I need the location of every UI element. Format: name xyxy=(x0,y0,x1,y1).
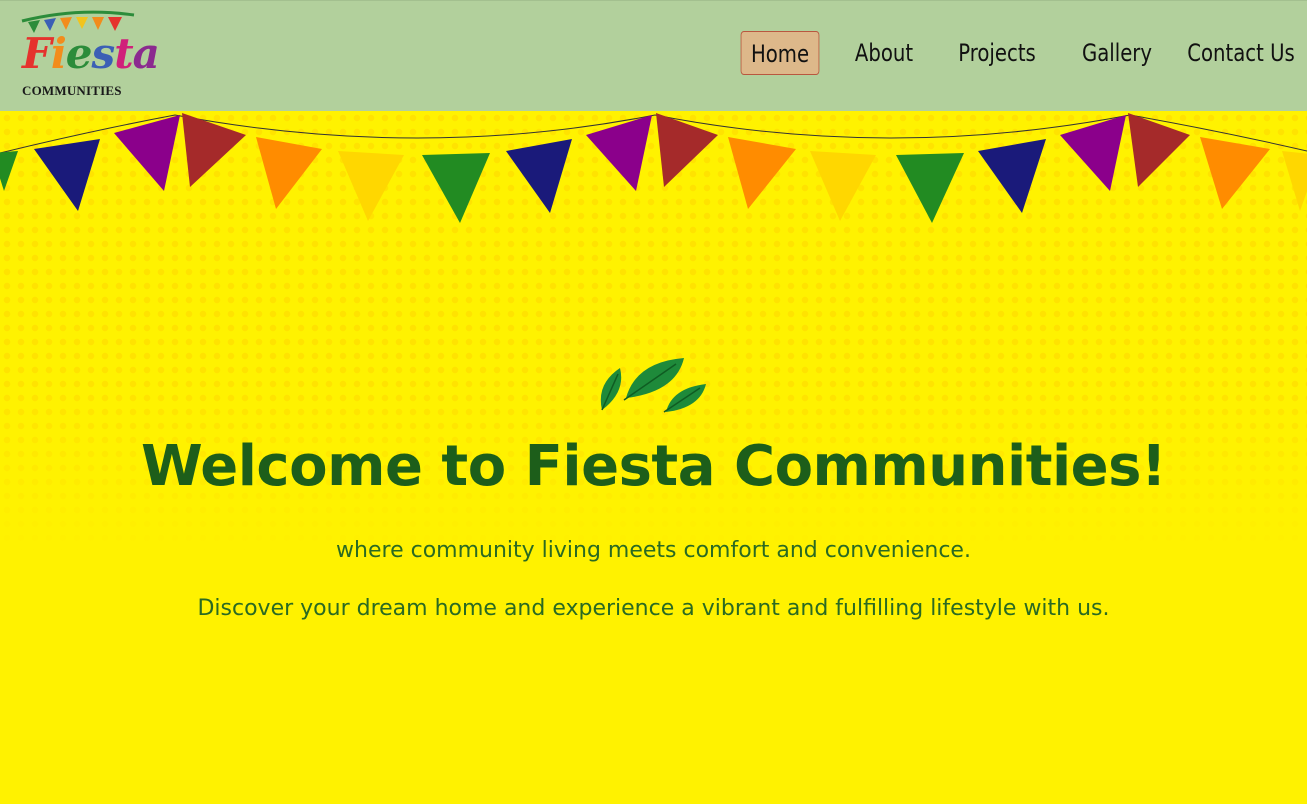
logo-letter: t xyxy=(114,29,133,78)
nav-contact-us[interactable]: Contact Us xyxy=(1187,31,1295,75)
logo-letter: s xyxy=(91,29,116,78)
hero-subtitle: where community living meets comfort and… xyxy=(336,538,971,563)
hero-tagline: Discover your dream home and experience … xyxy=(197,596,1110,621)
logo-letter: F xyxy=(22,29,52,78)
nav-projects[interactable]: Projects xyxy=(946,31,1048,75)
logo-letter: i xyxy=(50,29,67,78)
logo-letter: e xyxy=(65,29,93,78)
logo-subtitle: COMMUNITIES xyxy=(22,83,122,98)
hero-section: Welcome to Fiesta Communities! where com… xyxy=(0,111,1307,804)
logo-letter: a xyxy=(132,29,160,78)
nav-home[interactable]: Home xyxy=(740,31,820,75)
nav-about[interactable]: About xyxy=(842,31,926,75)
logo-wordmark: Fiesta xyxy=(22,33,160,75)
leaves-icon xyxy=(600,358,706,413)
bunting-decoration xyxy=(0,113,1307,223)
nav-gallery[interactable]: Gallery xyxy=(1069,31,1164,75)
site-header: Fiesta COMMUNITIES Home About Projects G… xyxy=(0,0,1307,111)
hero-title: Welcome to Fiesta Communities! xyxy=(140,434,1167,499)
fiesta-logo[interactable]: Fiesta COMMUNITIES xyxy=(18,9,160,101)
